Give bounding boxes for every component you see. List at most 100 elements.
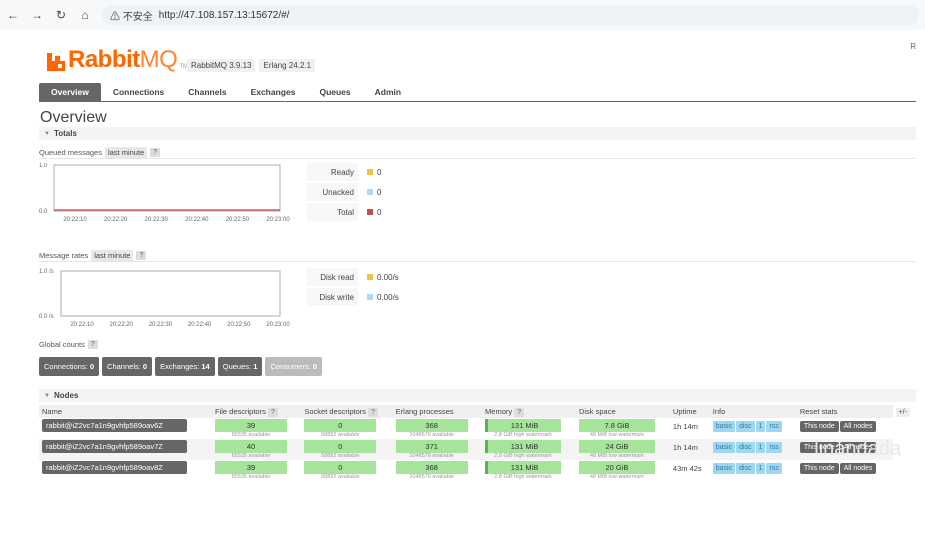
queued-legend: Ready 0 Unacked 0 Total 0 xyxy=(307,163,407,223)
legend-swatch xyxy=(367,294,373,300)
ep-value: 371 xyxy=(395,440,468,453)
count-exchanges[interactable]: Exchanges: 14 xyxy=(155,357,215,376)
x-tick-label: 20:22:50 xyxy=(226,217,250,223)
home-icon[interactable]: ⌂ xyxy=(78,8,92,22)
info-tag[interactable]: disc xyxy=(736,421,755,432)
col-uptime: Uptime xyxy=(669,405,710,418)
tab-overview[interactable]: Overview xyxy=(39,83,101,101)
table-row: rabbit@iZ2vc7a1n9gvhfp589oav7Z 40 65535 a… xyxy=(39,439,916,460)
queued-messages-label: Queued messages xyxy=(39,147,102,157)
sd-sub: 58892 available xyxy=(321,432,360,438)
legend-row-ready: Ready 0 xyxy=(307,163,407,182)
address-bar[interactable]: ⚠ 不安全 http://47.108.157.13:15672/#/ xyxy=(102,5,919,25)
global-help[interactable]: ? xyxy=(87,340,98,349)
forward-icon[interactable]: → xyxy=(30,8,44,22)
info-tag[interactable]: rss xyxy=(766,421,782,432)
count-consumers[interactable]: Consumers: 0 xyxy=(265,357,323,376)
memory-help[interactable]: ? xyxy=(514,408,525,417)
node-name-cell: rabbit@iZ2vc7a1n9gvhfp589oav8Z xyxy=(39,460,212,481)
reset-all-nodes-button[interactable]: All nodes xyxy=(839,463,877,474)
queued-messages-chart: 1.0 0.0 20:22:10 20:22:20 20:22:30 20:22:40… xyxy=(39,163,290,223)
tab-channels[interactable]: Channels xyxy=(176,83,238,101)
reset-all-nodes-button[interactable]: All nodes xyxy=(839,421,877,432)
rabbitmq-version: RabbitMQ 3.9.13 xyxy=(187,59,256,72)
info-tag[interactable]: disc xyxy=(736,442,755,453)
totals-section-header[interactable]: ▼ Totals xyxy=(39,127,916,140)
info-tag[interactable]: basic xyxy=(712,421,736,432)
global-counts: Connections: 0 Channels: 0 Exchanges: 14… xyxy=(39,357,916,376)
memory-cell: 131 MiB 2.8 GiB high watermark xyxy=(482,439,576,460)
sd-help[interactable]: ? xyxy=(368,408,379,417)
queued-range-selector[interactable]: last minute xyxy=(104,146,148,158)
message-rates-chart: 1.0 /s 0.0 /s 20:22:10 20:22:20 20:22:30 20… xyxy=(39,269,290,328)
info-tag[interactable]: 1 xyxy=(755,421,766,432)
reset-this-node-button[interactable]: This node xyxy=(799,463,839,474)
memory-sub: 2.8 GiB high watermark xyxy=(494,453,552,459)
disk-cell: 24 GiB 48 MiB low watermark xyxy=(575,439,670,460)
memory-sub: 2.8 GiB high watermark xyxy=(494,474,552,480)
count-connections[interactable]: Connections: 0 xyxy=(39,357,100,376)
info-tag[interactable]: rss xyxy=(766,463,782,474)
back-icon[interactable]: ← xyxy=(6,8,20,22)
count-channels[interactable]: Channels: 0 xyxy=(102,357,153,376)
sd-cell: 0 58892 available xyxy=(301,460,392,481)
rates-help[interactable]: ? xyxy=(136,250,147,260)
col-reset-stats: Reset stats xyxy=(796,405,893,418)
count-queues[interactable]: Queues: 1 xyxy=(217,357,263,376)
x-tick-label: 20:22:10 xyxy=(70,322,94,328)
security-warning[interactable]: ⚠ 不安全 xyxy=(110,8,153,23)
corner-letter: R xyxy=(910,42,916,51)
info-tag[interactable]: basic xyxy=(712,463,736,474)
fd-value: 40 xyxy=(215,440,287,453)
url-text: http://47.108.157.13:15672/#/ xyxy=(158,9,290,21)
legend-value: 0 xyxy=(377,167,382,177)
legend-label: Disk read xyxy=(320,272,354,282)
page-title: Overview xyxy=(40,109,107,126)
tab-admin[interactable]: Admin xyxy=(363,83,413,101)
reset-this-node-button[interactable]: This node xyxy=(799,421,839,432)
fd-sub: 65535 available xyxy=(231,453,271,459)
col-socket-descriptors: Socket descriptors ? xyxy=(301,405,393,418)
node-name-link[interactable]: rabbit@iZ2vc7a1n9gvhfp589oav6Z xyxy=(42,419,187,432)
legend-label: Ready xyxy=(330,167,354,177)
sd-cell: 0 58892 available xyxy=(301,439,393,460)
info-tag[interactable]: rss xyxy=(766,442,782,453)
logo-mq: MQ xyxy=(139,46,178,73)
x-tick-label: 20:22:40 xyxy=(188,322,212,328)
rates-range-selector[interactable]: last minute xyxy=(91,249,134,261)
info-tag[interactable]: 1 xyxy=(755,463,766,474)
node-name-link[interactable]: rabbit@iZ2vc7a1n9gvhfp589oav8Z xyxy=(42,461,187,474)
rates-y-bottom: 0.0 /s xyxy=(39,314,54,320)
rabbitmq-logo[interactable]: RabbitMQ TM xyxy=(47,46,188,74)
info-tag[interactable]: 1 xyxy=(755,442,766,453)
info-cell: basic disc 1 rss xyxy=(710,418,797,439)
tab-queues[interactable]: Queues xyxy=(307,83,362,101)
x-tick-label: 20:23:00 xyxy=(266,322,290,328)
fd-sub: 65535 available xyxy=(231,474,271,480)
header: RabbitMQ TM RabbitMQ 3.9.13 Erlang 24.2.… xyxy=(39,30,916,82)
nodes-section-header[interactable]: ▼ Nodes xyxy=(39,389,916,402)
blank-cell xyxy=(892,418,916,439)
global-counts-label: Global counts xyxy=(39,340,85,349)
disk-cell: 7.8 GiB 48 MiB low watermark xyxy=(576,418,670,439)
node-name-link[interactable]: rabbit@iZ2vc7a1n9gvhfp589oav7Z xyxy=(42,440,187,453)
rates-chart-area: 1.0 /s 0.0 /s 20:22:10 20:22:20 20:22:30 20… xyxy=(39,268,916,338)
node-name-cell: rabbit@iZ2vc7a1n9gvhfp589oav6Z xyxy=(39,418,212,439)
info-tag[interactable]: disc xyxy=(736,463,755,474)
fd-help[interactable]: ? xyxy=(267,408,278,417)
ep-cell: 368 1048576 available xyxy=(393,460,482,481)
nodes-heading: Nodes xyxy=(53,391,79,400)
memory-value: 131 MiB xyxy=(485,440,562,453)
queued-help[interactable]: ? xyxy=(150,147,161,157)
x-tick-label: 20:23:00 xyxy=(266,217,290,223)
ep-value: 368 xyxy=(395,461,468,474)
tab-exchanges[interactable]: Exchanges xyxy=(239,83,308,101)
uptime-cell: 43m 42s xyxy=(672,464,702,473)
reload-icon[interactable]: ↻ xyxy=(54,8,68,22)
col-toggle[interactable]: +/- xyxy=(892,405,916,418)
fd-cell: 40 65535 available xyxy=(212,439,302,460)
tab-connections[interactable]: Connections xyxy=(101,83,176,101)
ep-cell: 368 1048576 available xyxy=(393,418,482,439)
info-tag[interactable]: basic xyxy=(712,442,736,453)
sd-sub: 58892 available xyxy=(321,453,360,459)
